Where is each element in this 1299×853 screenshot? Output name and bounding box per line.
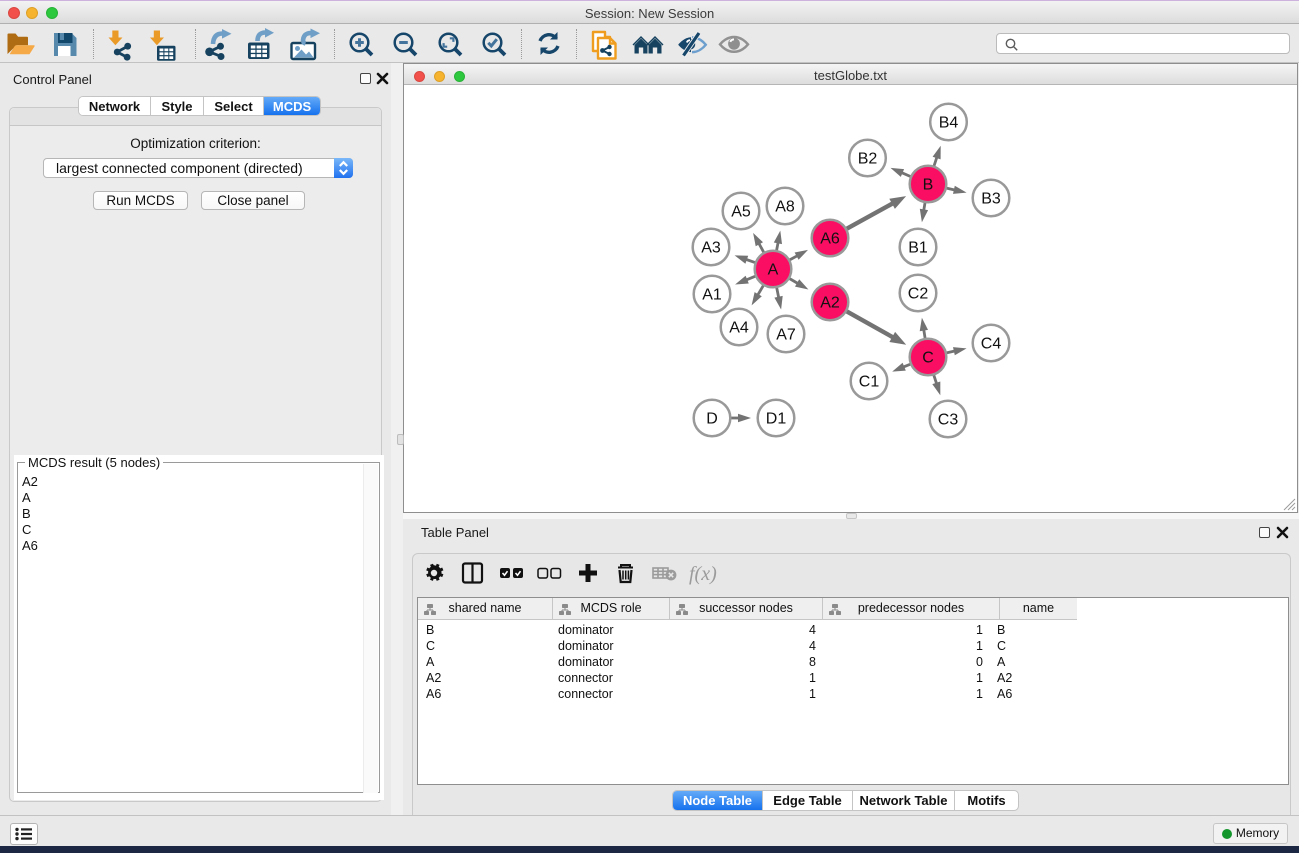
svg-text:D1: D1 [766,411,787,428]
svg-text:C3: C3 [938,412,959,429]
svg-text:B1: B1 [908,240,928,257]
svg-text:A1: A1 [702,287,722,304]
svg-text:C1: C1 [859,374,880,391]
svg-text:A5: A5 [731,204,751,221]
svg-text:A2: A2 [820,295,840,312]
svg-text:A: A [768,262,779,279]
svg-text:A4: A4 [729,320,749,337]
svg-text:f(x): f(x) [689,563,717,585]
svg-text:A8: A8 [775,199,795,216]
svg-text:D: D [706,411,718,428]
svg-text:A7: A7 [776,327,796,344]
svg-text:A3: A3 [701,240,721,257]
svg-text:C: C [922,350,934,367]
svg-text:B3: B3 [981,191,1001,208]
svg-text:B4: B4 [939,115,959,132]
svg-text:B: B [923,177,934,194]
svg-text:C4: C4 [981,336,1002,353]
svg-text:C2: C2 [908,286,929,303]
svg-text:A6: A6 [820,231,840,248]
svg-text:B2: B2 [858,151,878,168]
